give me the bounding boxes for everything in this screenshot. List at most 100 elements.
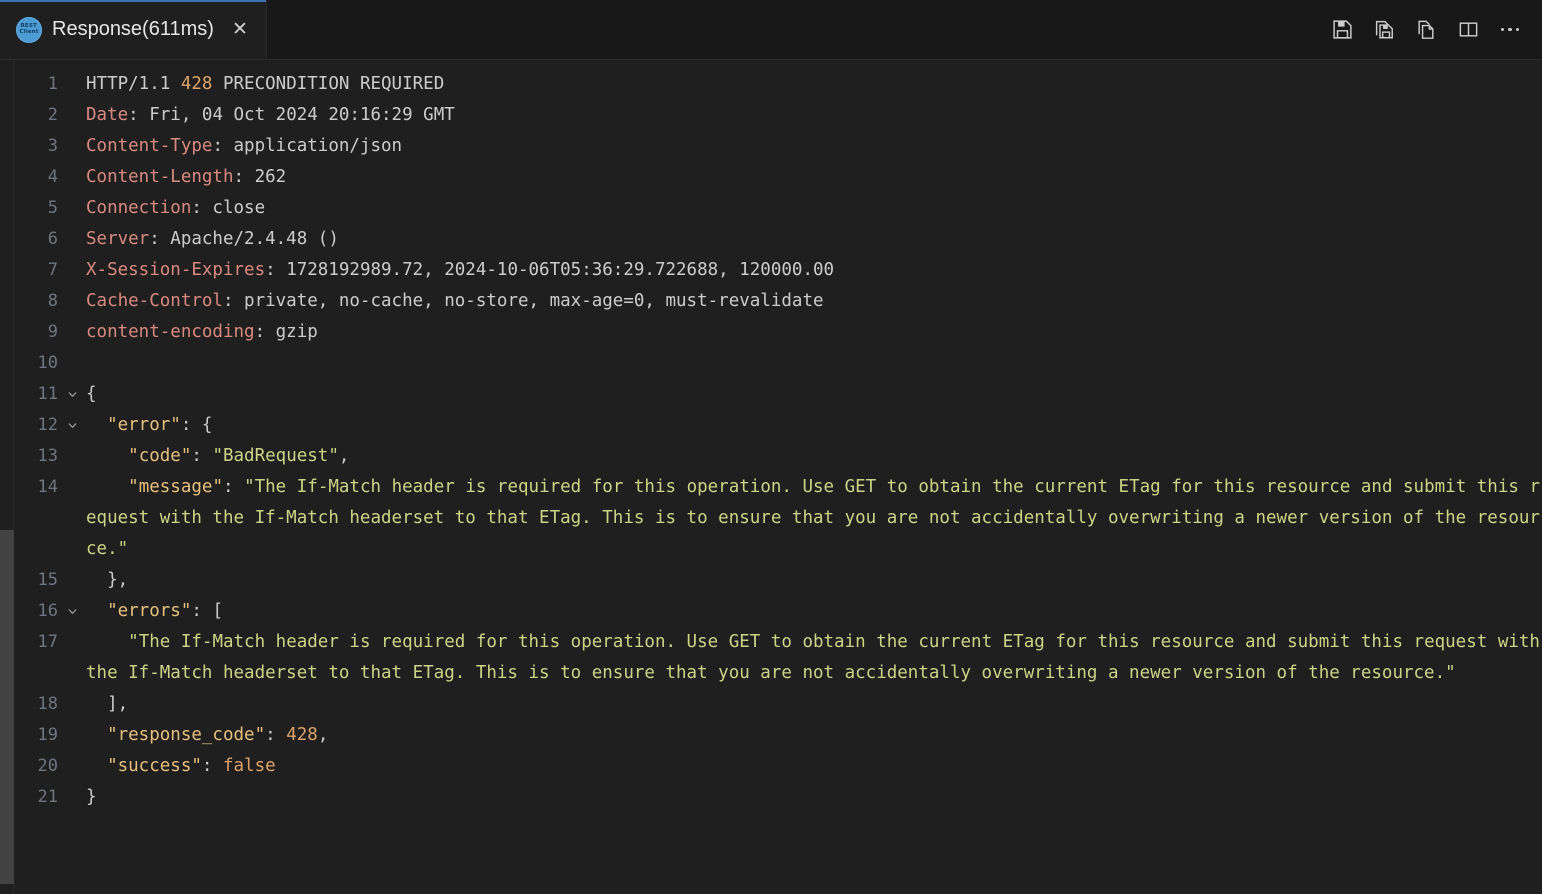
code-line[interactable]: 12 "error": { (14, 410, 1542, 441)
code-line-text[interactable]: Connection: close (86, 193, 1542, 224)
split-editor-icon (1458, 19, 1479, 40)
line-number: 4 (47, 167, 58, 187)
chevron-down-icon[interactable] (58, 379, 86, 410)
code-line-text[interactable]: Cache-Control: private, no-cache, no-sto… (86, 286, 1542, 317)
code-line-text[interactable]: ], (86, 689, 1542, 720)
code-line[interactable]: 4 Content-Length: 262 (14, 162, 1542, 193)
code-line[interactable]: 19 "response_code": 428, (14, 720, 1542, 751)
line-number: 11 (37, 384, 58, 404)
code-token: "response_code" (107, 725, 266, 745)
line-number: 15 (37, 570, 58, 590)
line-number: 2 (47, 105, 58, 125)
line-number: 17 (37, 632, 58, 652)
code-token: Date (86, 105, 129, 125)
code-token: X-Session-Expires (86, 260, 266, 280)
code-line-text[interactable]: "errors": [ (86, 596, 1542, 627)
code-token: : { (180, 415, 213, 435)
code-line-text[interactable]: } (86, 782, 1542, 813)
code-line-text[interactable]: Content-Type: application/json (86, 131, 1542, 162)
code-line[interactable]: 14 "message": "The If-Match header is re… (14, 472, 1542, 565)
code-token: Connection (86, 198, 192, 218)
vscode-editor-window: REST Client Response(611ms) ✕ 1 HTTP/1.1… (0, 0, 1542, 894)
code-line[interactable]: 7 X-Session-Expires: 1728192989.72, 2024-… (14, 255, 1542, 286)
code-lines-container[interactable]: 1 HTTP/1.1 428 PRECONDITION REQUIRED 2 Date… (14, 60, 1542, 894)
code-line-text[interactable]: HTTP/1.1 428 PRECONDITION REQUIRED (86, 69, 1542, 100)
code-line[interactable]: 6 Server: Apache/2.4.48 () (14, 224, 1542, 255)
code-token: ], (86, 694, 129, 714)
vertical-scrollbar[interactable] (0, 530, 14, 884)
code-line[interactable]: 16 "errors": [ (14, 596, 1542, 627)
code-line-text[interactable]: "success": false (86, 751, 1542, 782)
code-token: }, (86, 570, 129, 590)
code-line[interactable]: 5 Connection: close (14, 193, 1542, 224)
line-number: 9 (47, 322, 58, 342)
code-line[interactable]: 8 Cache-Control: private, no-cache, no-st… (14, 286, 1542, 317)
code-token: Cache-Control (86, 291, 223, 311)
code-line[interactable]: 1 HTTP/1.1 428 PRECONDITION REQUIRED (14, 69, 1542, 100)
line-number: 6 (47, 229, 58, 249)
code-line-text[interactable]: "The If-Match header is required for thi… (86, 627, 1542, 689)
editor-actions-toolbar (1326, 0, 1532, 59)
split-editor-button[interactable] (1452, 14, 1484, 46)
code-token: { (86, 384, 97, 404)
code-line[interactable]: 9 content-encoding: gzip (14, 317, 1542, 348)
code-token: "errors" (107, 601, 192, 621)
code-line-text[interactable]: { (86, 379, 1542, 410)
code-token: "The If-Match header is required for thi… (86, 632, 1540, 683)
code-line-text[interactable]: Date: Fri, 04 Oct 2024 20:16:29 GMT (86, 100, 1542, 131)
code-line-text[interactable]: "code": "BadRequest", (86, 441, 1542, 472)
code-line[interactable]: 21} (14, 782, 1542, 813)
line-number: 7 (47, 260, 58, 280)
code-token: HTTP/1.1 (86, 74, 181, 94)
code-token: : private, no-cache, no-store, max-age=0… (222, 291, 824, 311)
code-line[interactable]: 2 Date: Fri, 04 Oct 2024 20:16:29 GMT (14, 100, 1542, 131)
editor-content-area: 1 HTTP/1.1 428 PRECONDITION REQUIRED 2 Date… (0, 60, 1542, 894)
line-number: 18 (37, 694, 58, 714)
tab-response[interactable]: REST Client Response(611ms) ✕ (0, 0, 267, 59)
code-token: PRECONDITION REQUIRED (212, 74, 445, 94)
code-line-text[interactable]: Server: Apache/2.4.48 () (86, 224, 1542, 255)
code-line[interactable]: 13 "code": "BadRequest", (14, 441, 1542, 472)
save-icon (1332, 19, 1353, 40)
code-token: false (222, 756, 276, 776)
code-token: Content-Type (86, 136, 213, 156)
code-line-text[interactable]: X-Session-Expires: 1728192989.72, 2024-1… (86, 255, 1542, 286)
code-token: "code" (128, 446, 192, 466)
line-number: 10 (37, 353, 58, 373)
line-number: 20 (37, 756, 58, 776)
close-icon[interactable]: ✕ (228, 18, 252, 42)
code-token: : 262 (233, 167, 287, 187)
code-token: : application/json (212, 136, 403, 156)
code-line[interactable]: 17 "The If-Match header is required for … (14, 627, 1542, 689)
code-line-text[interactable]: Content-Length: 262 (86, 162, 1542, 193)
code-line[interactable]: 18 ], (14, 689, 1542, 720)
copy-button[interactable] (1410, 14, 1442, 46)
code-line[interactable]: 11 { (14, 379, 1542, 410)
code-token: , (338, 446, 350, 466)
code-token: : (265, 725, 287, 745)
code-token: , (317, 725, 329, 745)
editor-tab-bar: REST Client Response(611ms) ✕ (0, 0, 1542, 60)
code-token: "error" (107, 415, 181, 435)
code-token: : close (191, 198, 266, 218)
code-line-text[interactable]: }, (86, 565, 1542, 596)
save-button[interactable] (1326, 14, 1358, 46)
code-line[interactable]: 20 "success": false (14, 751, 1542, 782)
code-line[interactable]: 10 (14, 348, 1542, 379)
code-line-text[interactable]: content-encoding: gzip (86, 317, 1542, 348)
line-number: 1 (47, 74, 58, 94)
save-all-button[interactable] (1368, 14, 1400, 46)
line-number: 19 (37, 725, 58, 745)
chevron-down-icon[interactable] (58, 410, 86, 441)
code-line-text[interactable]: "response_code": 428, (86, 720, 1542, 751)
code-line-text[interactable]: "error": { (86, 410, 1542, 441)
more-actions-button[interactable] (1494, 14, 1526, 46)
code-line[interactable]: 3 Content-Type: application/json (14, 131, 1542, 162)
chevron-down-icon[interactable] (58, 596, 86, 627)
code-line-text[interactable]: "message": "The If-Match header is requi… (86, 472, 1542, 565)
code-line[interactable]: 15 }, (14, 565, 1542, 596)
code-line-text[interactable] (86, 348, 1542, 379)
